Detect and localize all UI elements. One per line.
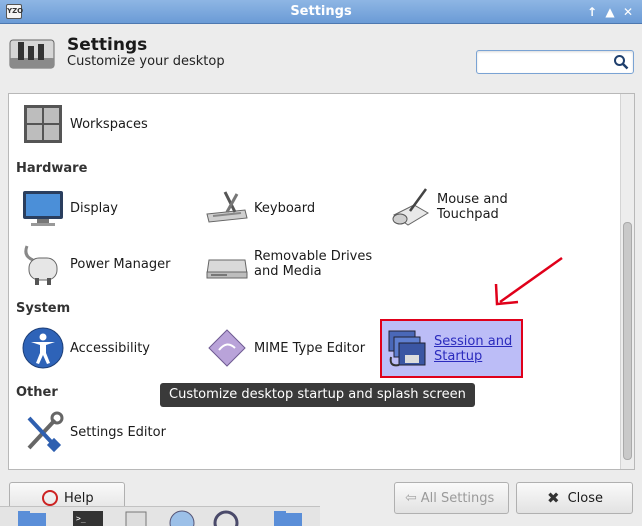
settings-editor-label: Settings Editor: [70, 424, 166, 440]
item-accessibility[interactable]: Accessibility: [20, 325, 150, 371]
item-settings-editor[interactable]: Settings Editor: [20, 409, 166, 455]
item-removable-drives[interactable]: Removable Drives and Media: [204, 241, 372, 287]
mouse-label-line2: Touchpad: [437, 207, 499, 222]
item-session-startup[interactable]: Session and Startup: [380, 319, 523, 378]
section-hardware: Hardware: [16, 161, 88, 176]
mime-label: MIME Type Editor: [254, 340, 366, 356]
item-mime-type-editor[interactable]: MIME Type Editor: [204, 325, 365, 371]
item-mouse-touchpad[interactable]: Mouse and Touchpad: [387, 184, 508, 230]
settings-manager-icon: [8, 36, 56, 72]
accessibility-icon: [20, 325, 66, 371]
session-label: Session and Startup: [434, 334, 512, 364]
section-other: Other: [16, 385, 58, 400]
page-title: Settings: [67, 35, 148, 55]
title-bar: YZO Settings ↑ ▲ ✕: [0, 0, 642, 24]
item-display[interactable]: Display: [20, 185, 118, 231]
browser-icon[interactable]: [166, 509, 198, 526]
page-subtitle: Customize your desktop: [67, 54, 225, 69]
all-settings-button[interactable]: ⇦ All Settings: [394, 482, 509, 514]
search-box[interactable]: [476, 50, 634, 74]
mime-type-icon: [204, 325, 250, 371]
removable-label-line2: and Media: [254, 264, 322, 279]
item-workspaces[interactable]: Workspaces: [20, 101, 148, 147]
home-folder-icon[interactable]: [272, 509, 304, 526]
scrollbar-thumb[interactable]: [623, 222, 632, 460]
removable-label: Removable Drives and Media: [254, 249, 372, 279]
item-power-manager[interactable]: Power Manager: [20, 241, 170, 287]
power-label: Power Manager: [70, 256, 171, 272]
removable-label-line1: Removable Drives: [254, 249, 373, 264]
keyboard-label: Keyboard: [254, 200, 316, 216]
session-startup-icon: [384, 326, 430, 372]
mouse-label-line1: Mouse and: [437, 192, 508, 207]
display-icon: [20, 185, 66, 231]
item-keyboard[interactable]: Keyboard: [204, 185, 315, 231]
session-label-line1: Session and: [434, 333, 513, 349]
tooltip: Customize desktop startup and splash scr…: [160, 383, 475, 407]
search-app-icon[interactable]: [210, 509, 242, 526]
power-plug-icon: [20, 241, 66, 287]
search-input[interactable]: [477, 51, 607, 73]
annotation-arrow: [494, 256, 563, 306]
help-icon: [42, 490, 58, 506]
taskbar: >_: [0, 506, 320, 526]
terminal-icon[interactable]: >_: [72, 509, 104, 526]
keyboard-icon: [204, 185, 250, 231]
search-icon[interactable]: [613, 54, 629, 70]
display-label: Display: [70, 200, 118, 216]
close-button-label: Close: [567, 490, 603, 506]
folder-icon[interactable]: [16, 509, 48, 526]
all-settings-label: All Settings: [420, 490, 495, 506]
removable-drive-icon: [204, 241, 250, 287]
settings-editor-icon: [20, 409, 66, 455]
session-label-line2: Startup: [434, 348, 483, 364]
svg-text:>_: >_: [76, 514, 86, 523]
close-icon: ✖: [547, 489, 560, 507]
mouse-label: Mouse and Touchpad: [437, 192, 508, 222]
section-system: System: [16, 301, 71, 316]
workspaces-label: Workspaces: [70, 116, 148, 132]
mouse-icon: [387, 184, 433, 230]
shade-icon[interactable]: ↑: [583, 3, 601, 21]
maximize-icon[interactable]: ▲: [601, 3, 619, 21]
accessibility-label: Accessibility: [70, 340, 150, 356]
back-arrow-icon: ⇦: [405, 490, 417, 506]
close-button[interactable]: ✖ Close: [516, 482, 633, 514]
scrollbar[interactable]: [620, 94, 634, 469]
workspaces-icon: [20, 101, 66, 147]
file-manager-icon[interactable]: [120, 509, 152, 526]
help-button-label: Help: [64, 490, 94, 506]
window-title: Settings: [290, 4, 352, 19]
close-window-icon[interactable]: ✕: [619, 3, 637, 21]
